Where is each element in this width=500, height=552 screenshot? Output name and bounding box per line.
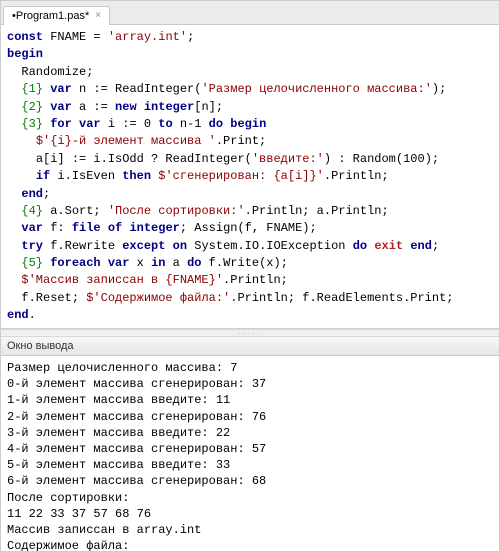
output-line: 3-й элемент массива введите: 22 [7,426,230,440]
output-line: 5-й элемент массива введите: 33 [7,458,230,472]
output-line: 2-й элемент массива сгенерирован: 76 [7,410,266,424]
ident-fname: FNAME [50,30,86,44]
output-line: 6-й элемент массива сгенерирован: 68 [7,474,266,488]
output-panel[interactable]: Размер целочисленного массива: 7 0-й эле… [1,356,499,551]
cmt-4: {4} [21,204,43,218]
str-fname: 'array.int' [108,30,187,44]
call-randomize: Randomize; [21,65,93,79]
tab-bar: •Program1.pas* × [1,1,499,25]
output-line: 1-й элемент массива введите: 11 [7,393,230,407]
kw-begin: begin [7,47,43,61]
kw-const: const [7,30,43,44]
output-line: 4-й элемент массива сгенерирован: 57 [7,442,266,456]
output-line: 11 22 33 37 57 68 76 [7,507,151,521]
output-line: Размер целочисленного массива: 7 [7,361,237,375]
output-line: После сортировки: [7,491,129,505]
splitter-handle[interactable]: ····· [1,329,499,337]
kw-end: end [7,308,29,322]
cmt-3: {3} [21,117,43,131]
cmt-2: {2} [21,100,43,114]
tab-label: •Program1.pas* [12,10,89,22]
close-icon[interactable]: × [95,11,101,21]
output-panel-title: Окно вывода [1,337,499,356]
code-editor[interactable]: const FNAME = 'array.int'; begin Randomi… [1,25,499,329]
cmt-5: {5} [21,256,43,270]
output-line: Массив записсан в array.int [7,523,201,537]
output-line: 0-й элемент массива сгенерирован: 37 [7,377,266,391]
output-line: Содержимое файла: [7,539,129,551]
cmt-1: {1} [21,82,43,96]
tab-program1[interactable]: •Program1.pas* × [3,6,110,25]
